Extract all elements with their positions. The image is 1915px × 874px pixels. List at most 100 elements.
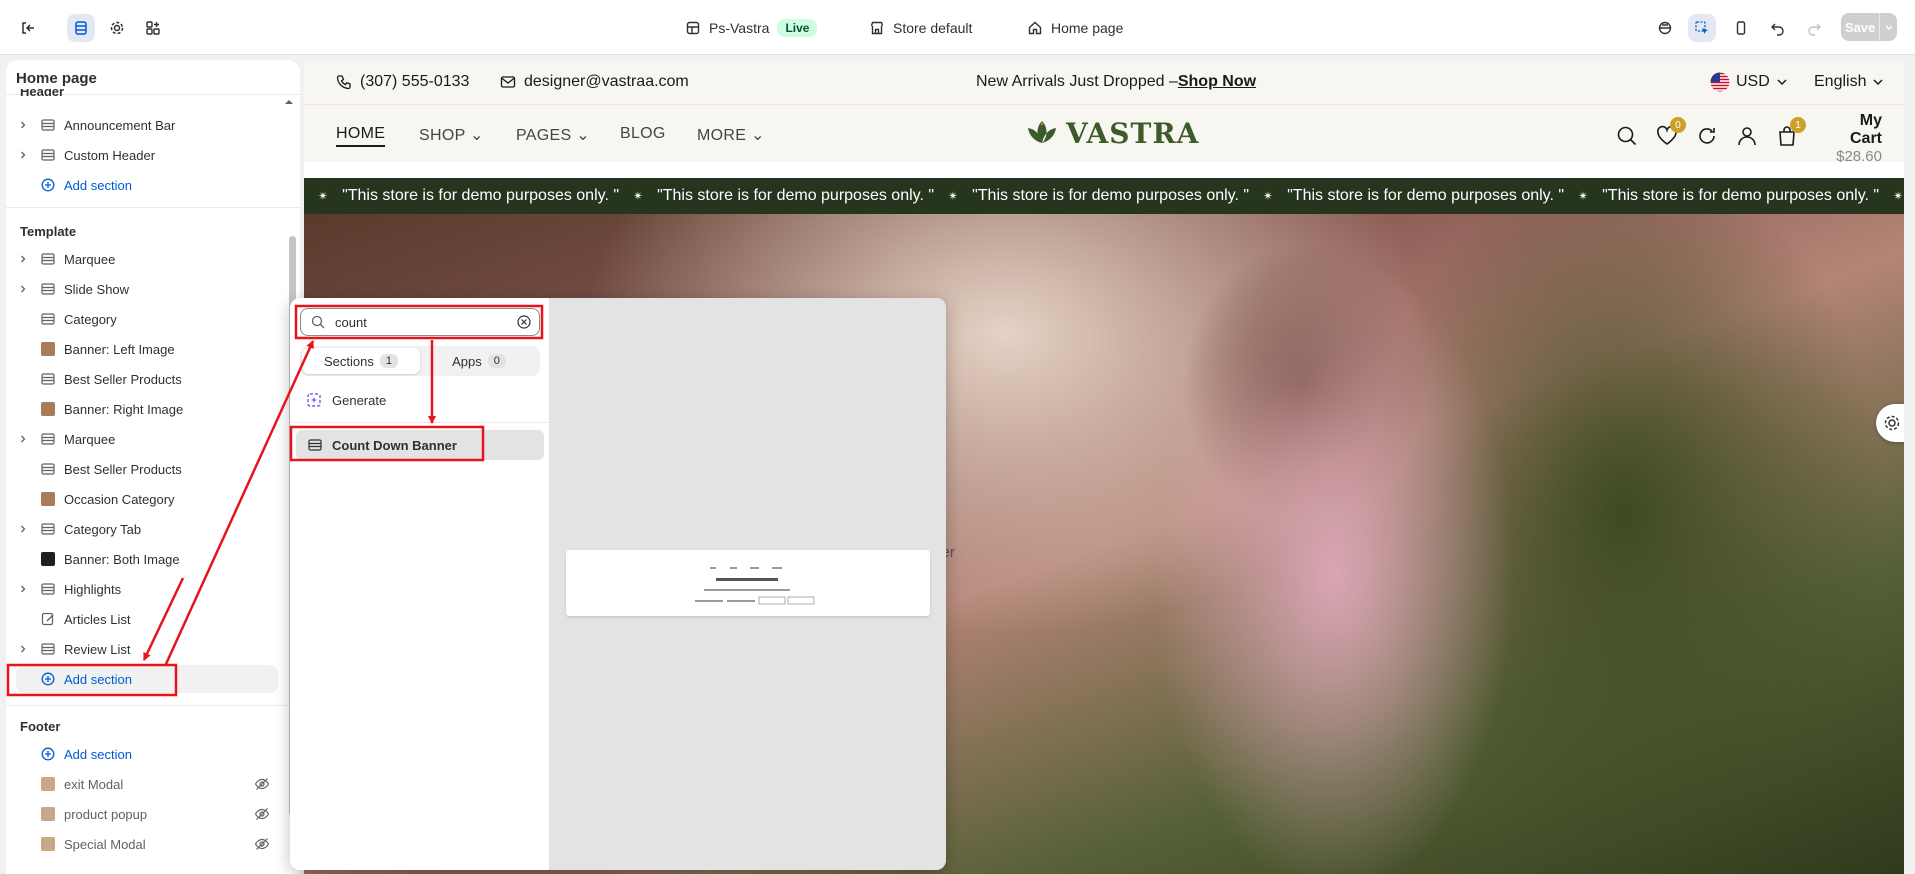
save-button[interactable]: Save (1841, 13, 1897, 41)
wishlist-button[interactable]: 0 (1656, 117, 1686, 147)
sidebar-item-announcement-bar[interactable]: Announcement Bar (16, 111, 278, 139)
store-selector[interactable]: Ps-Vastra Live (685, 16, 818, 40)
sidebar-item-best-seller-products[interactable]: Best Seller Products (16, 365, 278, 393)
theme-name: Store default (893, 20, 973, 36)
chevron-right-icon[interactable] (18, 584, 34, 594)
mobile-view-icon[interactable] (1727, 14, 1755, 42)
marquee-text: "This store is for demo purposes only. " (657, 187, 935, 204)
chevron-right-icon[interactable] (18, 434, 34, 444)
sidebar-item-occasion-category[interactable]: Occasion Category (16, 485, 278, 513)
search-result-count-down-banner[interactable]: Count Down Banner (296, 430, 544, 460)
preview-top-bar: (307) 555-0133 designer@vastraa.com New … (304, 60, 1904, 104)
gear-icon[interactable] (103, 14, 131, 42)
cart-summary[interactable]: My Cart $28.60 (1824, 112, 1882, 165)
chevron-right-icon[interactable] (18, 524, 34, 534)
sidebar-item-product-popup[interactable]: product popup (16, 800, 278, 828)
sidebar-item-banner-left-image[interactable]: Banner: Left Image (16, 335, 278, 363)
nav-pages[interactable]: PAGES ⌄ (516, 125, 590, 145)
eye-off-icon[interactable] (254, 836, 270, 852)
wishlist-count-badge: 0 (1670, 117, 1686, 133)
currency-selector[interactable]: USD (1710, 72, 1788, 92)
marquee-text: "This store is for demo purposes only. " (342, 187, 620, 204)
section-icon (38, 371, 58, 387)
theme-selector[interactable]: Store default (869, 16, 972, 40)
section-icon (308, 439, 322, 451)
sidebar-item-marquee[interactable]: Marquee (16, 245, 278, 273)
star-icon: ✴ (948, 189, 959, 203)
sidebar-item-label: Best Seller Products (64, 371, 182, 387)
generate-button[interactable]: Generate (306, 390, 386, 410)
nav-shop[interactable]: SHOP ⌄ (419, 125, 484, 145)
add-section-button-template[interactable]: Add section (16, 665, 278, 693)
chevron-right-icon[interactable] (18, 644, 34, 654)
add-section-label: Add section (64, 746, 132, 762)
store-logo[interactable]: VASTRA (1022, 113, 1199, 153)
sidebar-item-category-tab[interactable]: Category Tab (16, 515, 278, 543)
nav-label: SHOP (419, 127, 466, 144)
eye-off-icon[interactable] (254, 806, 270, 822)
sidebar-item-marquee[interactable]: Marquee (16, 425, 278, 453)
account-icon[interactable] (1736, 125, 1758, 147)
star-icon: ✴ (633, 189, 644, 203)
sidebar-item-best-seller-products[interactable]: Best Seller Products (16, 455, 278, 483)
sidebar-item-label: Banner: Left Image (64, 341, 175, 357)
sidebar-item-review-list[interactable]: Review List (16, 635, 278, 663)
sidebar-item-special-modal[interactable]: Special Modal (16, 830, 278, 858)
image-thumb (38, 806, 58, 822)
plus-circle-icon (38, 177, 58, 193)
search-input[interactable]: count (335, 315, 517, 330)
search-icon[interactable] (1616, 125, 1638, 147)
group-title-header: Header (20, 89, 65, 99)
sidebar-title: Home page (16, 70, 97, 87)
chevron-right-icon[interactable] (18, 120, 34, 130)
sidebar-item-banner-right-image[interactable]: Banner: Right Image (16, 395, 278, 423)
language-selector[interactable]: English (1814, 73, 1884, 91)
language-label: English (1814, 73, 1867, 90)
tab-sections[interactable]: Sections 1 (302, 348, 420, 374)
section-search-field[interactable]: count (300, 308, 540, 336)
redo-icon[interactable] (1800, 14, 1828, 42)
sidebar-item-custom-header[interactable]: Custom Header (16, 141, 278, 169)
add-section-button-footer[interactable]: Add section (16, 740, 278, 768)
chevron-down-icon[interactable] (1879, 13, 1897, 41)
add-section-button-header[interactable]: Add section (16, 171, 278, 199)
sidebar-item-highlights[interactable]: Highlights (16, 575, 278, 603)
plus-circle-icon (38, 746, 58, 762)
divider (290, 422, 550, 423)
nav-blog[interactable]: BLOG (620, 125, 666, 143)
sections-icon[interactable] (67, 14, 95, 42)
page-selector[interactable]: Home page (1027, 16, 1123, 40)
sidebar-item-category[interactable]: Category (16, 305, 278, 333)
inspector-icon[interactable] (1651, 14, 1679, 42)
cart-count-badge: 1 (1790, 117, 1806, 133)
sidebar-item-articles-list[interactable]: Articles List (16, 605, 278, 633)
apps-icon[interactable] (139, 14, 167, 42)
sidebar-item-label: product popup (64, 806, 148, 822)
chevron-right-icon[interactable] (18, 150, 34, 160)
sidebar-item-slide-show[interactable]: Slide Show (16, 275, 278, 303)
section-icon (38, 461, 58, 477)
clear-icon[interactable] (517, 315, 531, 329)
phone-link[interactable]: (307) 555-0133 (336, 73, 469, 91)
nav-more[interactable]: MORE ⌄ (697, 125, 765, 145)
image-thumb (38, 341, 58, 357)
undo-icon[interactable] (1764, 14, 1792, 42)
select-cursor-icon[interactable] (1688, 14, 1716, 42)
shop-icon (870, 21, 884, 35)
shop-now-link[interactable]: Shop Now (1178, 73, 1256, 90)
tab-apps[interactable]: Apps 0 (420, 348, 538, 374)
exit-icon[interactable] (14, 14, 42, 42)
email-link[interactable]: designer@vastraa.com (500, 73, 689, 91)
sparkle-icon (307, 393, 321, 407)
chevron-right-icon[interactable] (18, 254, 34, 264)
eye-off-icon[interactable] (254, 776, 270, 792)
compare-icon[interactable] (1696, 125, 1718, 147)
sidebar-item-banner-both-image[interactable]: Banner: Both Image (16, 545, 278, 573)
sidebar-item-exit-modal[interactable]: exit Modal (16, 770, 278, 798)
store-icon (686, 21, 700, 35)
chevron-right-icon[interactable] (18, 284, 34, 294)
nav-home[interactable]: HOME (336, 125, 386, 147)
scroll-up-icon[interactable] (284, 98, 294, 106)
cart-button[interactable]: 1 (1776, 117, 1806, 147)
editor-topbar: Ps-Vastra Live Store default Home page S… (0, 0, 1915, 55)
